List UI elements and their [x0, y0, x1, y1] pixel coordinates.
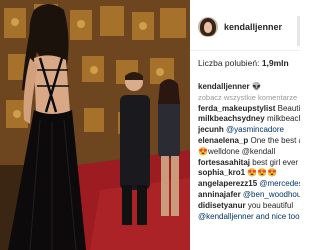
comment-row-continued: @kendalljenner and nice too — [198, 212, 300, 223]
instagram-post-modal: kendalljenner Liczba polubień: 1,9mln ke… — [0, 0, 300, 250]
comment-text[interactable]: @mercedesp — [259, 179, 300, 188]
likes-label: Liczba polubień: — [198, 58, 260, 68]
photo-illustration — [0, 0, 190, 250]
likes-row[interactable]: Liczba polubień: 1,9mln — [198, 58, 289, 68]
avatar[interactable] — [198, 17, 218, 37]
comment-row: angelaperezz15 @mercedesp — [198, 179, 300, 190]
post-side-panel: kendalljenner Liczba polubień: 1,9mln ke… — [190, 0, 300, 250]
comment-username[interactable]: milkbeachsydney — [198, 114, 265, 123]
comment-text: 😍😍😍 — [247, 168, 278, 178]
load-more-comments-link[interactable]: zobacz wszystkie komentarze — [198, 93, 300, 104]
comment-row: sophia_kro1 😍😍😍 — [198, 168, 300, 179]
comment-text: 😍welldone @kendall — [198, 146, 276, 156]
comment-row-continued: 😍welldone @kendall — [198, 147, 300, 158]
comment-text: you beautiful — [247, 200, 294, 210]
comment-row: fortesasahitaj best girl ever — [198, 158, 300, 169]
comment-text[interactable]: @ben_woodhous — [243, 190, 300, 199]
caption-username[interactable]: kendalljenner — [198, 82, 250, 91]
comment-username[interactable]: anninajafer — [198, 190, 241, 199]
likes-count: 1,9mln — [261, 58, 289, 68]
comment-username[interactable]: angelaperezz15 — [198, 179, 257, 188]
comment-text: One the best at — [250, 135, 300, 145]
comment-text[interactable]: @kendalljenner and nice too — [198, 212, 300, 221]
comment-text: best girl ever — [252, 157, 299, 167]
comments-list: kendalljenner 👽 zobacz wszystkie komenta… — [198, 82, 300, 222]
comment-row: jecunh @yasmincadore — [198, 125, 300, 136]
comment-row: didisetyanur you beautiful — [198, 201, 300, 212]
comment-username[interactable]: elenaelena_p — [198, 136, 248, 145]
comment-text: milkbeach.c — [266, 114, 300, 124]
comment-text[interactable]: @yasmincadore — [226, 125, 284, 134]
header-username[interactable]: kendalljenner — [224, 22, 282, 32]
post-photo[interactable] — [0, 0, 190, 250]
comment-row: anninajafer @ben_woodhous — [198, 190, 300, 201]
comment-text: Beautiful — [277, 103, 300, 113]
post-header: kendalljenner — [198, 16, 300, 46]
caption-row: kendalljenner 👽 — [198, 82, 300, 93]
caption-text: 👽 — [251, 82, 262, 91]
comment-username[interactable]: sophia_kro1 — [198, 168, 245, 177]
comment-username[interactable]: ferda_makeupstylist — [198, 104, 275, 113]
follow-button[interactable] — [297, 16, 300, 46]
divider — [190, 50, 300, 51]
comment-row: milkbeachsydney milkbeach.c — [198, 114, 300, 125]
comment-username[interactable]: fortesasahitaj — [198, 158, 250, 167]
comment-username[interactable]: jecunh — [198, 125, 224, 134]
comment-row: ferda_makeupstylist Beautiful — [198, 104, 300, 115]
comment-username[interactable]: didisetyanur — [198, 201, 246, 210]
comment-row: elenaelena_p One the best at — [198, 136, 300, 147]
